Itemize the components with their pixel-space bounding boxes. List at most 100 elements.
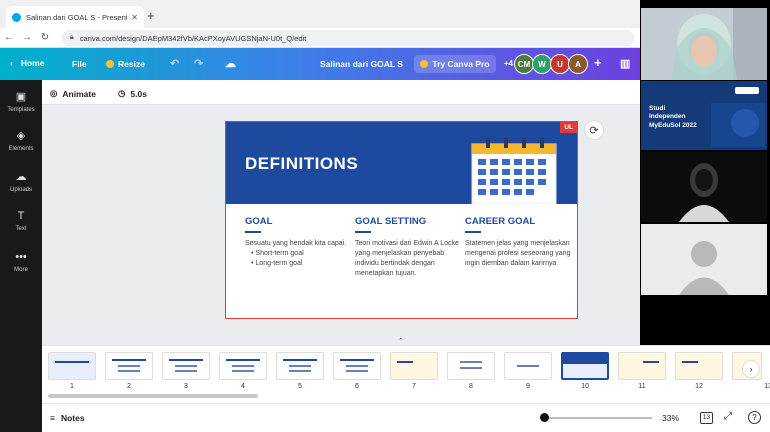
avatar[interactable]: CM (514, 54, 534, 74)
zoom-slider[interactable] (542, 417, 652, 419)
thumbnail-page[interactable] (219, 352, 267, 380)
help-icon[interactable]: ? (748, 411, 761, 424)
definition-column-career-goal[interactable]: CAREER GOAL Statemen jelas yang menjelas… (465, 216, 571, 269)
sidebar-item-label: Text (15, 226, 27, 232)
sidebar-item-templates[interactable]: ▣ Templates (0, 90, 42, 113)
thumbnail-page[interactable] (276, 352, 324, 380)
page-number: 1 (70, 383, 74, 390)
list-item: Long-term goal (251, 259, 351, 269)
bottom-bar: ≡ Notes 33% 13 ⤢ ? (42, 403, 770, 432)
thumbnail-page[interactable] (675, 352, 723, 380)
video-tile-participant (641, 8, 767, 80)
regenerate-icon[interactable]: ⟳ (584, 120, 604, 140)
definition-column-goal-setting[interactable]: GOAL SETTING Teori motivasi dari Edwin A… (355, 216, 461, 280)
thumbnail-page[interactable] (105, 352, 153, 380)
page-number: 5 (298, 383, 302, 390)
thumbnail-page[interactable] (504, 352, 552, 380)
thumbnail-page[interactable] (162, 352, 210, 380)
animate-icon: ◎ (50, 88, 58, 98)
reload-icon[interactable]: ↻ (36, 32, 54, 43)
home-button[interactable]: ‹ Home (10, 58, 44, 68)
column-heading: GOAL SETTING (355, 216, 427, 227)
slide[interactable]: DEFINITIONS UL GOAL Sesuatu yang hendak … (225, 121, 578, 319)
insights-icon[interactable]: ▥ (620, 57, 630, 70)
fullscreen-icon[interactable]: ⤢ (724, 411, 732, 422)
chevron-right-icon[interactable]: › (742, 360, 760, 378)
thumbnail-page[interactable] (333, 352, 381, 380)
slide-title[interactable]: DEFINITIONS (245, 154, 358, 174)
sidebar-item-more[interactable]: ••• More (0, 251, 42, 273)
clock-icon: ◷ (118, 88, 126, 98)
chevron-up-icon[interactable]: ⌃ (398, 337, 404, 345)
screen: Salinan dari GOAL S - Presentatio ✕ + ← … (0, 0, 770, 432)
participant-video (641, 8, 767, 80)
list-item: Short-term goal (251, 249, 351, 259)
animate-label: Animate (62, 88, 96, 99)
home-label: Home (20, 58, 45, 68)
close-icon[interactable]: ✕ (131, 13, 138, 22)
resize-label: Resize (118, 59, 145, 69)
new-tab-icon[interactable]: + (147, 8, 155, 23)
page-number: 12 (695, 383, 703, 390)
left-sidebar: ▣ Templates ◈ Elements ☁ Uploads T Text … (0, 80, 42, 432)
extra-collaborators-count[interactable]: +4 (504, 59, 513, 68)
sidebar-item-elements[interactable]: ◈ Elements (0, 129, 42, 152)
undo-icon[interactable]: ↶ (170, 57, 179, 70)
url-field[interactable]: 🔒︎ canva.com/design/DAEpM342fVb/KAcPXoyA… (62, 30, 634, 46)
back-icon[interactable]: ← (0, 32, 18, 43)
avatar[interactable]: W (532, 54, 552, 74)
thumbnail-scrollbar[interactable] (48, 394, 258, 398)
page-number: 9 (526, 383, 530, 390)
sidebar-item-uploads[interactable]: ☁ Uploads (0, 170, 42, 193)
thumbnail-page-selected[interactable] (561, 352, 609, 380)
animate-button[interactable]: ◎ Animate (50, 88, 96, 99)
page-number: 6 (355, 383, 359, 390)
column-body: Statemen jelas yang menjelaskan mengenai… (465, 240, 571, 268)
page-number: 3 (184, 383, 188, 390)
thumbnail-page[interactable] (390, 352, 438, 380)
page-number: 7 (412, 383, 416, 390)
add-collaborator-icon[interactable]: + (594, 55, 602, 70)
column-body: Teori motivasi dari Edwin A Locke yang m… (355, 240, 459, 278)
thumbnail-page[interactable] (447, 352, 495, 380)
redo-icon[interactable]: ↷ (194, 57, 203, 70)
crown-icon (420, 60, 429, 68)
page-number: 11 (638, 383, 646, 390)
address-bar: ← → ↻ 🔒︎ canva.com/design/DAEpM342fVb/KA… (0, 28, 640, 48)
text-icon: T (17, 210, 25, 222)
resize-button[interactable]: Resize (106, 59, 145, 69)
cloud-save-icon[interactable]: ☁ (225, 57, 236, 70)
slide-header-band: DEFINITIONS (226, 122, 577, 204)
divider (465, 231, 481, 233)
zoom-level[interactable]: 33% (662, 413, 679, 423)
templates-icon: ▣ (15, 91, 27, 103)
definition-column-goal[interactable]: GOAL Sesuatu yang hendak kita capai. Sho… (245, 216, 351, 269)
notes-button[interactable]: ≡ Notes (50, 413, 85, 423)
column-body: Sesuatu yang hendak kita capai. (245, 240, 347, 247)
forward-icon[interactable]: → (18, 32, 36, 43)
sidebar-item-label: Elements (8, 146, 34, 152)
duration-label: 5.0s (130, 88, 147, 99)
document-title[interactable]: Salinan dari GOAL S (320, 59, 403, 69)
page-thumbnails: 1 2 3 4 5 6 7 8 9 10 11 12 13 › (42, 345, 770, 403)
sidebar-item-label: Uploads (9, 187, 32, 193)
zoom-slider-handle[interactable] (540, 413, 549, 422)
notes-label: Notes (60, 413, 85, 423)
uploads-icon: ☁ (15, 171, 27, 183)
notes-icon: ≡ (50, 413, 55, 423)
page-count-button[interactable]: 13 (700, 412, 713, 424)
file-menu[interactable]: File (72, 59, 87, 69)
avatar-placeholder-icon (641, 224, 767, 295)
thumbnail-page[interactable] (48, 352, 96, 380)
tab-title: Salinan dari GOAL S - Presentatio (26, 12, 127, 22)
duration-button[interactable]: ◷ 5.0s (118, 88, 147, 99)
avatar[interactable]: U (550, 54, 570, 74)
browser-tab[interactable]: Salinan dari GOAL S - Presentatio ✕ (6, 6, 144, 28)
divider (355, 231, 371, 233)
bullet-list: Short-term goal Long-term goal (245, 249, 351, 269)
sidebar-item-text[interactable]: T Text (0, 210, 42, 232)
page-number: 13 (764, 383, 770, 390)
thumbnail-page[interactable] (618, 352, 666, 380)
try-canva-pro-button[interactable]: Try Canva Pro (414, 55, 496, 73)
avatar[interactable]: A (568, 54, 588, 74)
